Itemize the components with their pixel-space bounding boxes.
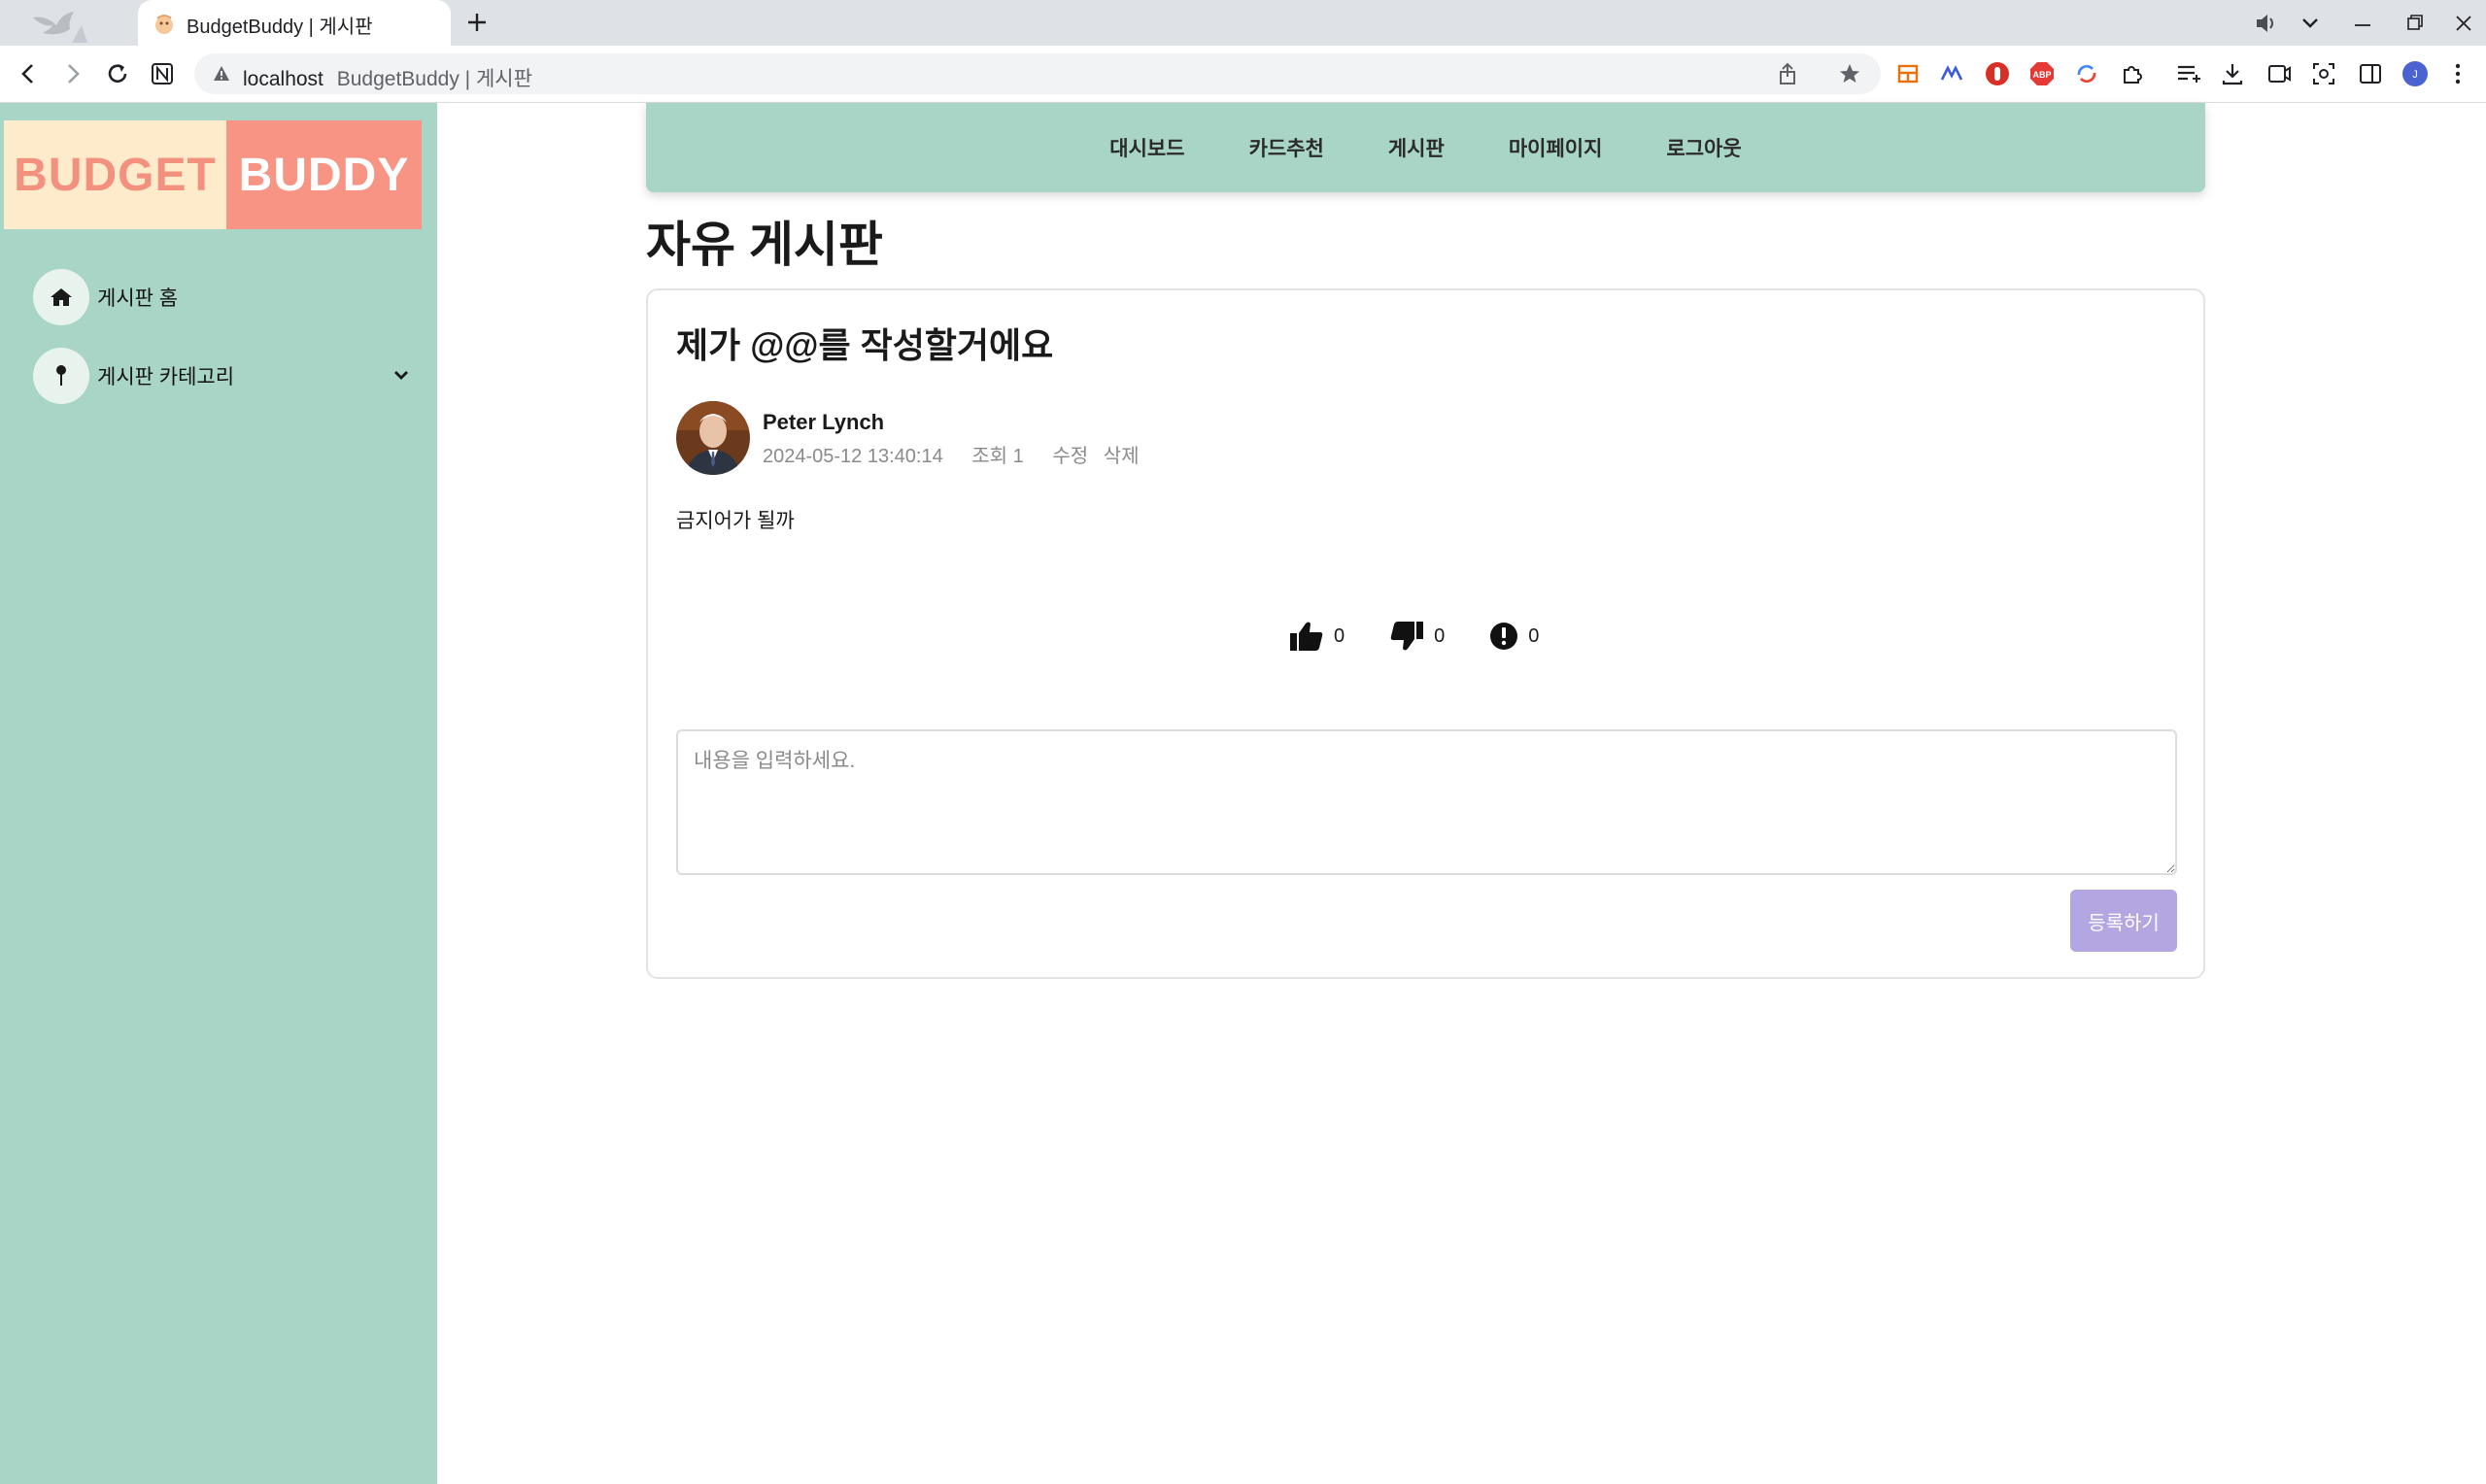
delete-post-link[interactable]: 삭제 bbox=[1104, 446, 1140, 467]
download-icon[interactable] bbox=[2217, 58, 2248, 89]
reading-list-icon[interactable] bbox=[2172, 58, 2203, 89]
sidebar: BUDGET BUDDY 게시판 홈 게시판 카테고리 bbox=[0, 103, 437, 1484]
nav-dashboard[interactable]: 대시보드 bbox=[1109, 133, 1184, 162]
window-controls bbox=[2252, 0, 2477, 46]
bird-logo-icon bbox=[33, 12, 87, 43]
new-tab-plus-icon[interactable] bbox=[462, 8, 492, 37]
browser-tab-active[interactable]: BudgetBuddy | 게시판 bbox=[138, 0, 451, 46]
address-bar[interactable]: localhost BudgetBuddy | 게시판 bbox=[194, 53, 1881, 94]
edit-post-link[interactable]: 수정 bbox=[1052, 446, 1088, 467]
author-name[interactable]: Peter Lynch bbox=[763, 410, 884, 435]
bookmark-star-icon[interactable] bbox=[1838, 62, 1861, 85]
extension-layout-icon[interactable] bbox=[1892, 58, 1924, 89]
pin-icon bbox=[56, 365, 66, 386]
submit-comment-button[interactable]: 등록하기 bbox=[2070, 890, 2177, 952]
svg-text:J: J bbox=[2412, 69, 2418, 81]
close-window-icon[interactable] bbox=[2450, 10, 2477, 37]
forward-arrow-icon[interactable] bbox=[58, 59, 87, 88]
browser-toolbar: localhost BudgetBuddy | 게시판 ABP J bbox=[0, 46, 2486, 103]
back-arrow-icon[interactable] bbox=[14, 59, 43, 88]
sidebar-item-label: 게시판 카테고리 bbox=[97, 366, 235, 388]
nav-mypage[interactable]: 마이페이지 bbox=[1509, 133, 1603, 162]
post-views: 조회 1 bbox=[971, 446, 1024, 467]
post-meta: 2024-05-12 13:40:14 조회 1 수정 삭제 bbox=[763, 440, 1149, 468]
tab-title: BudgetBuddy | 게시판 bbox=[187, 17, 373, 38]
side-panel-icon[interactable] bbox=[2355, 58, 2386, 89]
notion-extension-icon[interactable] bbox=[148, 59, 177, 88]
reload-icon[interactable] bbox=[103, 59, 132, 88]
sidebar-item-board-home[interactable]: 게시판 홈 bbox=[33, 268, 412, 326]
extension-sync-icon[interactable] bbox=[2071, 58, 2102, 89]
site-info-icon[interactable] bbox=[212, 64, 231, 84]
report-button[interactable]: 0 bbox=[1489, 622, 1539, 651]
speaker-icon[interactable] bbox=[2252, 10, 2279, 37]
report-count: 0 bbox=[1528, 624, 1540, 647]
author-photo bbox=[676, 401, 750, 475]
post-title: 제가 @@를 작성할거에요 bbox=[676, 325, 1054, 365]
pin-icon-circle bbox=[33, 348, 89, 404]
comment-input[interactable] bbox=[676, 729, 2177, 875]
tab-search-chevron-icon[interactable] bbox=[2297, 10, 2324, 37]
post-date: 2024-05-12 13:40:14 bbox=[763, 446, 943, 467]
url-text: localhost BudgetBuddy | 게시판 bbox=[243, 63, 532, 92]
browser-tab-strip: BudgetBuddy | 게시판 bbox=[0, 0, 2486, 46]
page-title: 자유 게시판 bbox=[646, 218, 883, 272]
browser-menu-icon[interactable] bbox=[2442, 58, 2473, 89]
url-page-title: BudgetBuddy | 게시판 bbox=[336, 68, 532, 90]
thumbs-up-icon bbox=[1290, 622, 1323, 651]
like-count: 0 bbox=[1334, 624, 1345, 647]
like-button[interactable]: 0 bbox=[1289, 621, 1345, 652]
top-navigation: 대시보드 카드추천 게시판 마이페이지 로그아웃 bbox=[646, 103, 2205, 192]
restore-icon[interactable] bbox=[2401, 10, 2429, 37]
nav-card-recommend[interactable]: 카드추천 bbox=[1249, 133, 1324, 162]
exclamation-circle-icon bbox=[1490, 623, 1518, 650]
adblock-icon[interactable]: ABP bbox=[2026, 58, 2058, 89]
dislike-button[interactable]: 0 bbox=[1389, 621, 1445, 652]
sidebar-item-label: 게시판 홈 bbox=[97, 287, 179, 310]
extensions-puzzle-icon[interactable] bbox=[2116, 58, 2147, 89]
cast-icon[interactable] bbox=[2264, 58, 2295, 89]
sidebar-item-board-category[interactable]: 게시판 카테고리 bbox=[33, 347, 412, 405]
share-icon[interactable] bbox=[1776, 62, 1799, 85]
logo-budget: BUDGET bbox=[4, 120, 226, 229]
extension-wave-icon[interactable] bbox=[1937, 58, 1968, 89]
svg-text:ABP: ABP bbox=[2032, 70, 2051, 80]
extension-hand-icon[interactable] bbox=[1982, 58, 2013, 89]
thumbs-down-icon bbox=[1390, 622, 1424, 651]
home-icon bbox=[51, 288, 72, 306]
profile-avatar-icon[interactable]: J bbox=[2400, 58, 2431, 89]
nav-logout[interactable]: 로그아웃 bbox=[1666, 133, 1741, 162]
budgetbuddy-favicon-icon bbox=[155, 15, 173, 34]
reaction-bar: 0 0 0 bbox=[1289, 621, 1584, 652]
budgetbuddy-logo[interactable]: BUDGET BUDDY bbox=[4, 120, 422, 229]
screenshot-icon[interactable] bbox=[2308, 58, 2339, 89]
chevron-down-icon[interactable] bbox=[391, 364, 412, 386]
post-content: 금지어가 될까 bbox=[676, 510, 795, 532]
home-icon-circle bbox=[33, 269, 89, 325]
logo-buddy: BUDDY bbox=[226, 120, 422, 229]
minimize-icon[interactable] bbox=[2349, 10, 2376, 37]
nav-board[interactable]: 게시판 bbox=[1388, 133, 1445, 162]
url-host: localhost bbox=[243, 68, 324, 90]
author-avatar[interactable] bbox=[676, 401, 750, 475]
post-card: 제가 @@를 작성할거에요 Peter Lynch 2024-05-12 13:… bbox=[646, 288, 2205, 979]
dislike-count: 0 bbox=[1434, 624, 1446, 647]
